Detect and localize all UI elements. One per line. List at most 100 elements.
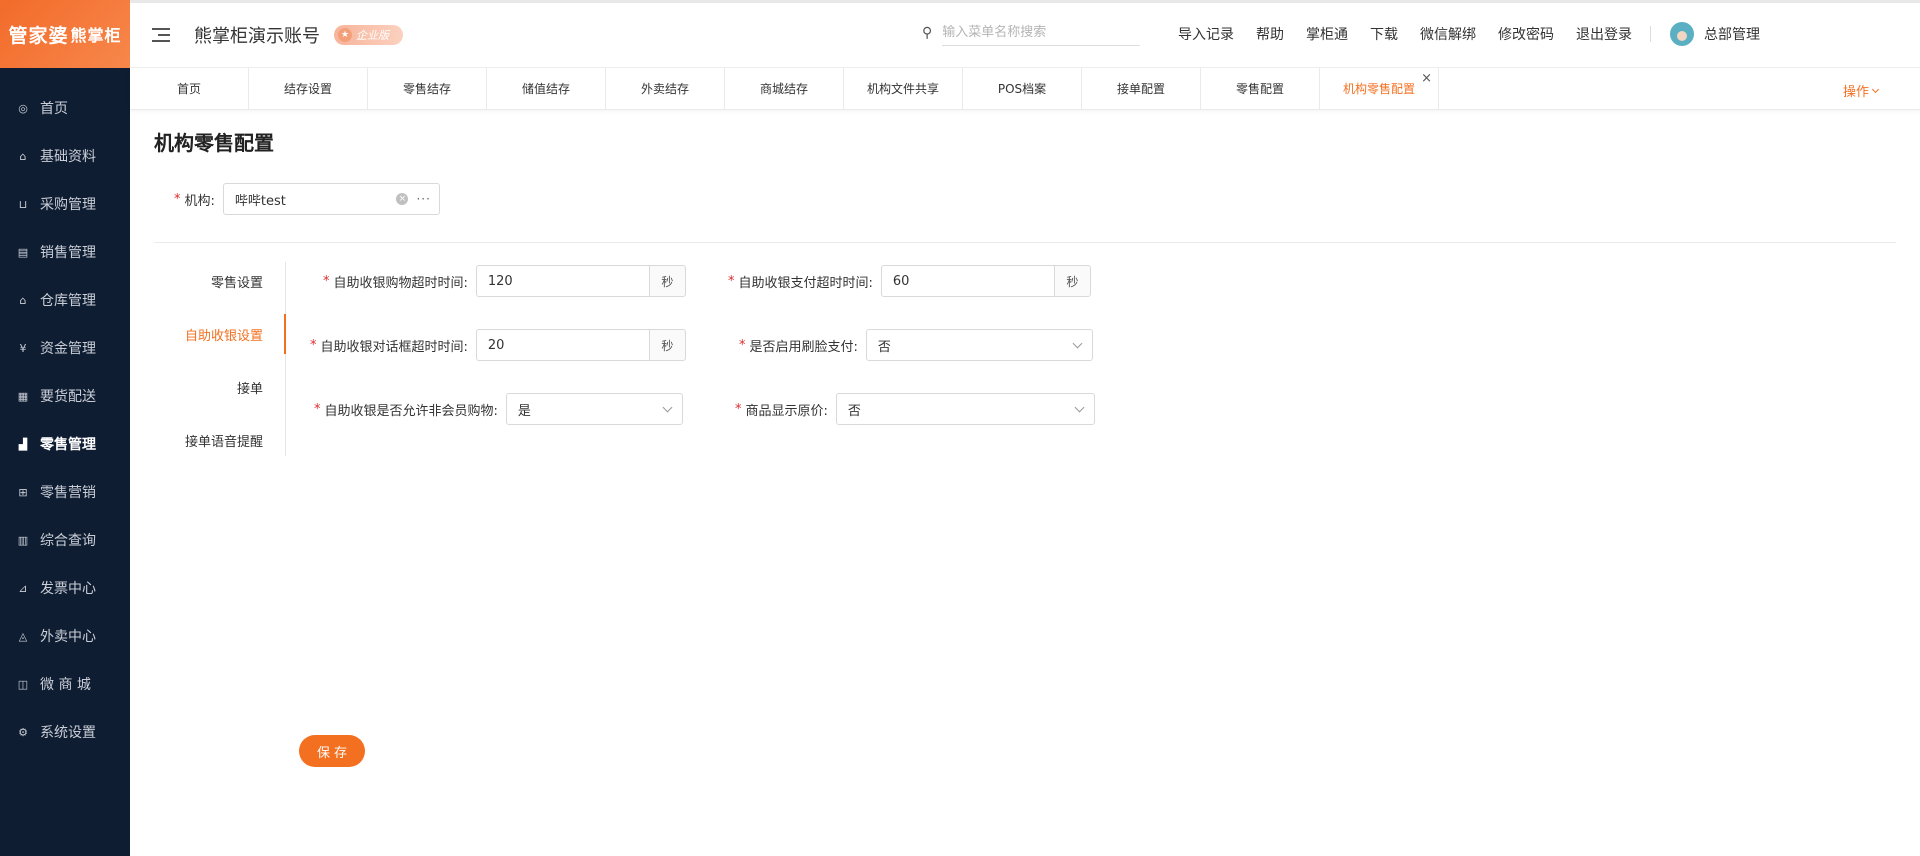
side-tab-retail-settings[interactable]: 零售设置 bbox=[211, 272, 263, 291]
header-link[interactable]: 微信解绑 bbox=[1420, 24, 1476, 44]
sidebar-item[interactable]: ▤ 销售管理 bbox=[0, 228, 130, 276]
sidebar-item-label: 仓库管理 bbox=[40, 293, 96, 309]
trend-icon: ⊿ bbox=[18, 581, 28, 595]
non-member-label: 自助收银是否允许非会员购物: bbox=[324, 403, 498, 419]
gear-icon: ⚙ bbox=[18, 725, 28, 739]
logo: 管家婆 熊掌柜 bbox=[0, 0, 130, 68]
sidebar-item-label: 基础资料 bbox=[40, 149, 96, 165]
user-divider bbox=[1650, 26, 1651, 42]
user-name: 总部管理 bbox=[1704, 27, 1760, 43]
chart-icon: ▟ bbox=[18, 437, 28, 451]
sidebar-item[interactable]: ⊔ 采购管理 bbox=[0, 180, 130, 228]
sidebar-item[interactable]: ◎ 首页 bbox=[0, 84, 130, 132]
sidebar-item[interactable]: ▟ 零售管理 bbox=[0, 420, 130, 468]
shopping-timeout-group: 120 秒 bbox=[475, 265, 686, 297]
globe-icon: ◎ bbox=[18, 101, 28, 115]
sidebar-item[interactable]: ⚙ 系统设置 bbox=[0, 708, 130, 756]
org-selector[interactable]: 哔哔test × ··· bbox=[222, 183, 440, 215]
tab[interactable]: 零售结存 bbox=[368, 68, 487, 109]
menu-toggle-icon[interactable] bbox=[152, 28, 170, 42]
tab-label: 接单配置 bbox=[1116, 82, 1165, 96]
sidebar-item[interactable]: ⊿ 发票中心 bbox=[0, 564, 130, 612]
save-button[interactable]: 保存 bbox=[299, 735, 365, 767]
logo-sub: 熊掌柜 bbox=[70, 26, 122, 45]
tab[interactable]: 商城结存 bbox=[725, 68, 844, 109]
search-input[interactable] bbox=[942, 20, 1141, 46]
header-link[interactable]: 下载 bbox=[1370, 24, 1398, 44]
sidebar-item[interactable]: ◬ 外卖中心 bbox=[0, 612, 130, 660]
sidebar-menu: ◎ 首页 ⌂ 基础资料 ⊔ 采购管理 ▤ 销售管理 ⌂ 仓库管理 ¥ 资金管理 ▦ 要货配送 ▟ 零售管理 ⊞ 零… bbox=[0, 84, 130, 756]
user-menu[interactable]: 总部管理 bbox=[1670, 22, 1760, 46]
logo-main: 管家婆 bbox=[8, 24, 69, 47]
bar-chart-icon: ▥ bbox=[17, 533, 29, 547]
sidebar-item[interactable]: ⊞ 零售营销 bbox=[0, 468, 130, 516]
shopping-timeout-input[interactable]: 120 bbox=[475, 265, 649, 297]
sidebar-item[interactable]: ⌂ 仓库管理 bbox=[0, 276, 130, 324]
document-icon: ▦ bbox=[17, 389, 29, 403]
original-price-select[interactable]: 否 bbox=[835, 393, 1095, 425]
sidebar-item[interactable]: ▥ 综合查询 bbox=[0, 516, 130, 564]
non-member-value: 是 bbox=[517, 403, 531, 419]
payment-timeout-input[interactable]: 60 bbox=[880, 265, 1054, 297]
tab-label: 商城结存 bbox=[759, 82, 808, 96]
tab-label: 机构文件共享 bbox=[866, 82, 939, 96]
org-value: 哔哔test bbox=[234, 193, 286, 209]
tab[interactable]: 机构零售配置 × bbox=[1320, 68, 1439, 109]
non-member-select[interactable]: 是 bbox=[505, 393, 683, 425]
dialog-timeout-group: 20 秒 bbox=[475, 329, 686, 361]
sidebar-item[interactable]: ◫ 微 商 城 bbox=[0, 660, 130, 708]
tab-label: 零售配置 bbox=[1235, 82, 1284, 96]
required-mark: * bbox=[728, 273, 735, 289]
more-icon[interactable]: ··· bbox=[416, 192, 430, 206]
shopping-timeout-label: 自助收银购物超时时间: bbox=[333, 275, 468, 291]
tab[interactable]: 结存设置 bbox=[249, 68, 368, 109]
sidebar-item[interactable]: ⌂ 基础资料 bbox=[0, 132, 130, 180]
side-tab-order-voice[interactable]: 接单语音提醒 bbox=[185, 431, 263, 450]
clear-icon[interactable]: × bbox=[396, 193, 409, 205]
close-icon[interactable]: × bbox=[1421, 72, 1432, 85]
sidebar-item-label: 外卖中心 bbox=[40, 629, 96, 645]
chevron-down-icon bbox=[662, 402, 673, 412]
required-mark: * bbox=[739, 337, 746, 353]
tab[interactable]: POS档案 bbox=[963, 68, 1082, 109]
dialog-timeout-input[interactable]: 20 bbox=[475, 329, 649, 361]
side-tab-self-checkout[interactable]: 自助收银设置 bbox=[185, 325, 263, 344]
tab[interactable]: 外卖结存 bbox=[606, 68, 725, 109]
side-tab-orders[interactable]: 接单 bbox=[237, 378, 263, 397]
sidebar-item-label: 微 商 城 bbox=[40, 677, 91, 693]
face-pay-field: * 是否启用刷脸支付: 否 bbox=[739, 329, 1093, 361]
search-icon[interactable]: ⚲ bbox=[922, 25, 932, 41]
required-mark: * bbox=[735, 401, 742, 417]
tab-actions-dropdown[interactable]: 操作 bbox=[1843, 81, 1886, 100]
page-title: 机构零售配置 bbox=[154, 131, 274, 155]
chevron-down-icon bbox=[1074, 402, 1085, 412]
header-link[interactable]: 修改密码 bbox=[1498, 24, 1554, 44]
chevron-down-icon bbox=[1072, 338, 1083, 348]
tab[interactable]: 机构文件共享 bbox=[844, 68, 963, 109]
header-link[interactable]: 导入记录 bbox=[1178, 24, 1234, 44]
sidebar-item-label: 采购管理 bbox=[40, 197, 96, 213]
warehouse-icon: ⌂ bbox=[19, 293, 27, 307]
header-link[interactable]: 掌柜通 bbox=[1306, 24, 1348, 44]
tab[interactable]: 零售配置 bbox=[1201, 68, 1320, 109]
header-link[interactable]: 退出登录 bbox=[1576, 24, 1632, 44]
seconds-addon: 秒 bbox=[648, 265, 686, 297]
tab[interactable]: 首页 bbox=[130, 68, 249, 109]
alarm-icon: ◬ bbox=[18, 629, 28, 643]
edition-badge: ★ 企业版 bbox=[334, 25, 403, 45]
header-link[interactable]: 帮助 bbox=[1256, 24, 1284, 44]
tab-label: 机构零售配置 bbox=[1342, 82, 1415, 96]
header-links: 导入记录 帮助 掌柜通 下载 微信解绑 修改密码 退出登录 bbox=[1178, 24, 1632, 44]
page-tabs: 首页 结存设置 零售结存 储值结存 外卖结存 商城结存 机构文件共享 POS档案 接单配置 零售配… bbox=[130, 68, 1920, 110]
home-icon: ⌂ bbox=[19, 149, 27, 163]
sidebar-item-label: 销售管理 bbox=[40, 245, 96, 261]
required-mark: * bbox=[310, 337, 317, 353]
face-pay-select[interactable]: 否 bbox=[865, 329, 1093, 361]
tab[interactable]: 储值结存 bbox=[487, 68, 606, 109]
tab-label: 零售结存 bbox=[402, 82, 451, 96]
avatar bbox=[1670, 22, 1694, 46]
sidebar-item-label: 资金管理 bbox=[40, 341, 96, 357]
tab[interactable]: 接单配置 bbox=[1082, 68, 1201, 109]
sidebar-item[interactable]: ▦ 要货配送 bbox=[0, 372, 130, 420]
sidebar-item[interactable]: ¥ 资金管理 bbox=[0, 324, 130, 372]
